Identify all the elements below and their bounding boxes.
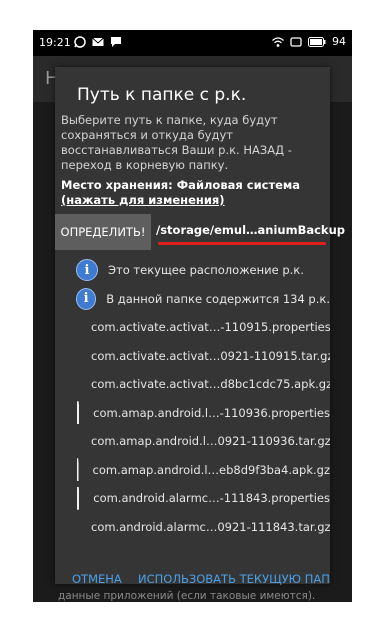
use-current-folder-button[interactable]: ИСПОЛЬЗОВАТЬ ТЕКУЩУЮ ПАПКУ	[138, 572, 330, 586]
file-row[interactable]: com.activate.activat…0921-110915.tar.gz	[65, 342, 330, 371]
info-row: i В данной папке содержится 134 р.к.	[65, 285, 330, 314]
cancel-button[interactable]: ОТМЕНА	[72, 572, 122, 586]
file-row[interactable]: com.activate.activat…-110915.properties	[65, 313, 330, 342]
dialog-buttons: ОТМЕНА ИСПОЛЬЗОВАТЬ ТЕКУЩУЮ ПАПКУ	[55, 572, 330, 596]
file-row[interactable]: com.amap.android.l…-110936.properties	[65, 399, 330, 428]
battery-level: 94	[332, 35, 346, 48]
info-row-text: Это текущее расположение р.к.	[108, 263, 304, 278]
file-name: com.activate.activat…-110915.properties	[91, 320, 330, 335]
current-path[interactable]: /storage/emul…aniumBackup	[156, 223, 345, 237]
status-bar: 19:21 94	[33, 30, 352, 56]
file-name: com.activate.activat…d8bc1cdc75.apk.gz	[91, 377, 330, 392]
file-row[interactable]: com.amap.android.l…eb8d9f3ba4.apk.gz	[65, 456, 330, 485]
folder-list[interactable]: i Это текущее расположение р.к. i В данн…	[55, 256, 330, 555]
dialog-description: Выберите путь к папке, куда будут сохран…	[61, 113, 292, 172]
system-icons: 94	[272, 35, 346, 48]
whatsapp-icon	[74, 36, 86, 48]
file-name: com.amap.android.l…eb8d9f3ba4.apk.gz	[92, 462, 330, 477]
mail-icon	[92, 37, 104, 46]
screen-icon	[290, 36, 302, 47]
wifi-icon	[272, 36, 284, 47]
file-name: com.android.alarmc…-111843.properties	[93, 491, 330, 506]
info-icon: i	[76, 287, 97, 310]
info-icon: i	[76, 259, 98, 282]
file-row[interactable]: com.amap.android.l…0921-110936.tar.gz	[65, 427, 330, 456]
storage-label: Место хранения: Файловая система	[61, 178, 301, 192]
notification-icons	[74, 36, 122, 48]
file-icon	[77, 458, 79, 482]
file-row[interactable]: com.android.alarmc…0921-111843.tar.gz	[65, 513, 330, 542]
phone-screen: 19:21 94 Н данные приложений (если таков…	[33, 30, 352, 602]
path-highlight-underline	[158, 242, 326, 245]
change-storage-link[interactable]: (нажать для изменения)	[61, 193, 225, 207]
file-row[interactable]: com.activate.activat…d8bc1cdc75.apk.gz	[65, 370, 330, 399]
storage-location: Место хранения: Файловая система (нажать…	[61, 178, 323, 208]
file-name: com.android.alarmc…0921-111843.tar.gz	[91, 519, 330, 534]
file-name: com.activate.activat…0921-110915.tar.gz	[91, 348, 330, 363]
info-row: i Это текущее расположение р.к.	[65, 256, 330, 285]
path-row: ОПРЕДЕЛИТЬ! /storage/emul…aniumBackup	[55, 214, 345, 250]
chat-icon	[111, 37, 121, 47]
file-icon	[77, 401, 80, 425]
folder-path-dialog: Путь к папке с р.к. Выберите путь к папк…	[55, 67, 345, 586]
file-name: com.amap.android.l…-110936.properties	[93, 405, 330, 420]
file-row[interactable]: com.android.alarmc…-111843.properties	[65, 484, 330, 513]
status-time: 19:21	[39, 36, 71, 49]
dialog-title: Путь к папке с р.к.	[77, 85, 247, 105]
info-row-text: В данной папке содержится 134 р.к.	[106, 291, 330, 306]
battery-icon	[308, 36, 326, 47]
file-name: com.amap.android.l…0921-110936.tar.gz	[91, 434, 330, 449]
file-icon	[77, 486, 80, 510]
detect-button[interactable]: ОПРЕДЕЛИТЬ!	[55, 214, 151, 250]
